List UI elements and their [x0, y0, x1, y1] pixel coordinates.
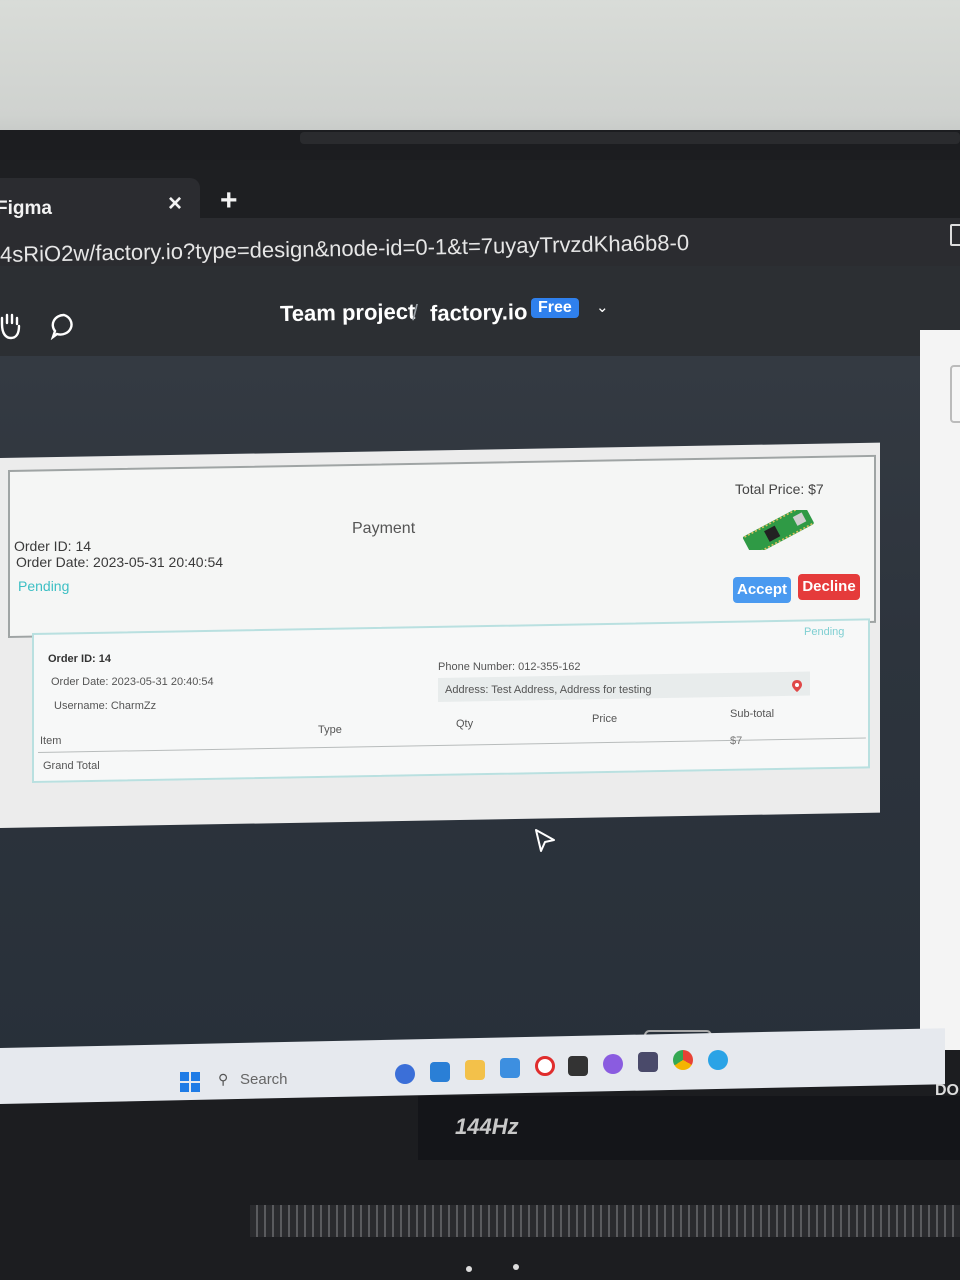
dolby-logo: DOL	[935, 1082, 960, 1099]
tab-close-icon[interactable]: ×	[168, 190, 182, 218]
payment-label: Payment	[352, 520, 416, 537]
decline-button[interactable]: Decline	[798, 574, 860, 600]
terminal-icon[interactable]	[568, 1056, 588, 1076]
total-price: Total Price: $7	[735, 481, 824, 497]
detail-order-id: Order ID: 14	[48, 653, 111, 665]
tab-title: Figma	[0, 198, 52, 219]
breadcrumb-team[interactable]: Team project	[280, 299, 416, 327]
detail-address: Address: Test Address, Address for testi…	[445, 684, 652, 696]
chrome-icon[interactable]	[673, 1050, 693, 1070]
indicator-dot	[466, 1266, 472, 1272]
order-id: Order ID: 14	[14, 538, 92, 554]
speaker-grille	[250, 1205, 960, 1237]
subtotal-value: $7	[730, 735, 743, 747]
panel-handle[interactable]	[950, 365, 960, 423]
mail-icon[interactable]	[500, 1058, 520, 1078]
bezel-strip	[300, 132, 960, 144]
app-icon[interactable]	[638, 1052, 658, 1072]
new-tab-button[interactable]: +	[220, 184, 238, 218]
col-subtotal: Sub-total	[730, 708, 775, 720]
col-price: Price	[592, 713, 618, 725]
opera-icon[interactable]	[535, 1056, 555, 1076]
taskbar-search[interactable]: ⚲ Search	[212, 1068, 382, 1094]
right-panel	[920, 330, 960, 1050]
indicator-dot	[513, 1264, 519, 1270]
file-explorer-icon[interactable]	[465, 1060, 485, 1080]
order-date: Order Date: 2023-05-31 20:40:54	[16, 554, 224, 570]
accept-button[interactable]: Accept	[733, 577, 791, 603]
copilot-icon[interactable]	[395, 1064, 415, 1084]
plan-badge: Free	[531, 298, 579, 318]
detail-order-date: Order Date: 2023-05-31 20:40:54	[51, 676, 214, 688]
windows-start-icon[interactable]	[180, 1072, 200, 1092]
grand-total-label: Grand Total	[43, 760, 100, 772]
breadcrumb-separator: /	[411, 299, 419, 326]
file-name[interactable]: factory.io	[430, 299, 528, 327]
location-pin-icon	[792, 680, 802, 692]
search-placeholder: Search	[240, 1071, 288, 1088]
col-qty: Qty	[456, 718, 474, 730]
col-item: Item	[40, 735, 62, 747]
detail-status: Pending	[804, 626, 845, 638]
mouse-cursor-icon	[535, 829, 555, 852]
detail-username: Username: CharmZz	[54, 700, 157, 712]
product-image	[742, 510, 814, 550]
podcast-icon[interactable]	[603, 1054, 623, 1074]
hand-tool-icon[interactable]	[0, 312, 22, 340]
status-pending: Pending	[18, 578, 70, 594]
detail-phone: Phone Number: 012-355-162	[438, 661, 581, 673]
chevron-down-icon[interactable]: ⌄	[596, 298, 609, 316]
vscode-icon[interactable]	[430, 1062, 450, 1082]
telegram-icon[interactable]	[708, 1050, 728, 1070]
col-type: Type	[318, 724, 342, 736]
window-icon	[950, 224, 960, 246]
search-icon: ⚲	[218, 1071, 229, 1087]
refresh-rate-label: 144Hz	[455, 1114, 519, 1139]
comment-icon[interactable]	[50, 312, 78, 340]
